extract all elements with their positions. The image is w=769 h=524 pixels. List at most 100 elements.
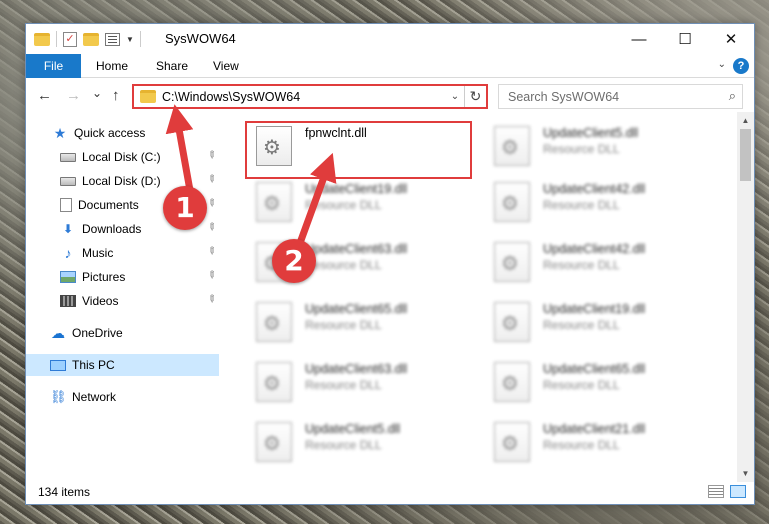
- title-bar: ✓ ▼ SysWOW64 — ☐ ✕: [26, 24, 754, 54]
- recent-locations-chevron-icon[interactable]: ⌄: [92, 86, 102, 100]
- toolbar-separator: [139, 31, 141, 47]
- navigation-pane: ★ Quick access Local Disk (C:) ✎ Local D…: [26, 120, 221, 480]
- pin-icon: ✎: [203, 292, 218, 307]
- sidebar-item-onedrive[interactable]: ☁ OneDrive: [26, 322, 219, 344]
- pin-icon: ✎: [203, 148, 218, 163]
- sidebar-item-label: OneDrive: [72, 326, 123, 340]
- minimize-button[interactable]: —: [616, 24, 662, 54]
- file-name: UpdateClient65.dll: [543, 362, 646, 376]
- details-view-icon[interactable]: [708, 485, 724, 498]
- dll-file-icon: [494, 126, 530, 166]
- pictures-icon: [60, 271, 76, 283]
- scrollbar-thumb[interactable]: [740, 129, 751, 181]
- music-icon: ♪: [64, 245, 72, 261]
- file-type: Resource DLL: [305, 258, 382, 272]
- dll-file-icon: [256, 302, 292, 342]
- search-input[interactable]: Search SysWOW64 ⌕: [498, 84, 743, 109]
- up-button[interactable]: ↑: [112, 87, 120, 104]
- file-name: UpdateClient5.dll: [543, 126, 639, 140]
- dll-file-icon: [494, 362, 530, 402]
- file-name: UpdateClient63.dll: [305, 362, 408, 376]
- address-bar[interactable]: C:\Windows\SysWOW64 ⌄ ↻: [132, 84, 488, 109]
- sidebar-item-label: Documents: [78, 198, 139, 212]
- search-placeholder: Search SysWOW64: [508, 89, 620, 104]
- file-type: Resource DLL: [305, 318, 382, 332]
- sidebar-item-network[interactable]: ⛓ Network: [26, 386, 219, 408]
- address-path[interactable]: C:\Windows\SysWOW64: [162, 90, 446, 104]
- dll-file-icon: [494, 242, 530, 282]
- disk-icon: [60, 176, 76, 186]
- sidebar-item-this-pc[interactable]: This PC: [26, 354, 219, 376]
- file-name: UpdateClient42.dll: [543, 182, 646, 196]
- file-type: Resource DLL: [543, 198, 620, 212]
- file-item[interactable]: UpdateClient5.dll Resource DLL: [481, 120, 701, 176]
- file-item[interactable]: UpdateClient19.dll Resource DLL: [481, 296, 701, 352]
- file-item[interactable]: UpdateClient42.dll Resource DLL: [481, 236, 701, 292]
- file-name: UpdateClient19.dll: [305, 182, 408, 196]
- dll-file-icon: [256, 422, 292, 462]
- help-icon[interactable]: ?: [733, 58, 749, 74]
- properties-check-icon[interactable]: ✓: [63, 31, 77, 47]
- sidebar-item-label: Videos: [82, 294, 119, 308]
- address-dropdown-chevron-icon[interactable]: ⌄: [446, 91, 464, 102]
- file-name: UpdateClient21.dll: [543, 422, 646, 436]
- file-highlight-box: [245, 121, 472, 179]
- toolbar-separator: [56, 31, 57, 47]
- sidebar-item-label: Local Disk (D:): [82, 174, 161, 188]
- large-icons-view-icon[interactable]: [730, 485, 746, 498]
- tab-home[interactable]: Home: [96, 54, 128, 78]
- folder-icon: [34, 32, 50, 46]
- sidebar-item-quick-access[interactable]: ★ Quick access: [26, 122, 219, 144]
- tab-view[interactable]: View: [213, 54, 239, 78]
- file-type: Resource DLL: [543, 438, 620, 452]
- tab-share[interactable]: Share: [156, 54, 188, 78]
- file-item[interactable]: UpdateClient63.dll Resource DLL: [243, 356, 463, 412]
- scroll-up-icon[interactable]: ▲: [737, 112, 754, 129]
- properties-icon[interactable]: [105, 32, 120, 46]
- step-2-badge: 2: [272, 239, 316, 283]
- maximize-button[interactable]: ☐: [662, 24, 708, 54]
- customize-toolbar-chevron-icon[interactable]: ▼: [126, 35, 134, 44]
- file-item[interactable]: UpdateClient65.dll Resource DLL: [481, 356, 701, 412]
- pin-icon: ✎: [203, 244, 218, 259]
- expand-ribbon-chevron-icon[interactable]: ⌄: [718, 59, 726, 70]
- sidebar-item-music[interactable]: ♪ Music ✎: [26, 242, 219, 264]
- pin-icon: ✎: [203, 172, 218, 187]
- file-item[interactable]: UpdateClient65.dll Resource DLL: [243, 296, 463, 352]
- close-button[interactable]: ✕: [708, 24, 754, 54]
- forward-button[interactable]: →: [66, 87, 81, 104]
- back-button[interactable]: ←: [37, 87, 52, 104]
- file-item[interactable]: UpdateClient42.dll Resource DLL: [481, 176, 701, 232]
- pin-icon: ✎: [203, 220, 218, 235]
- dll-file-icon: [494, 302, 530, 342]
- sidebar-item-local-disk-c[interactable]: Local Disk (C:) ✎: [26, 146, 219, 168]
- dll-file-icon: [494, 182, 530, 222]
- file-type: Resource DLL: [543, 142, 620, 156]
- dll-file-icon: [256, 362, 292, 402]
- file-item[interactable]: UpdateClient21.dll Resource DLL: [481, 416, 701, 472]
- file-type: Resource DLL: [543, 318, 620, 332]
- file-name: UpdateClient63.dll: [305, 242, 408, 256]
- sidebar-item-label: This PC: [72, 358, 115, 372]
- ribbon-tabs: File Home Share View ⌄ ?: [26, 54, 754, 78]
- file-name: UpdateClient5.dll: [305, 422, 401, 436]
- file-explorer-window: ✓ ▼ SysWOW64 — ☐ ✕ File Home Share View …: [25, 23, 755, 505]
- refresh-button[interactable]: ↻: [464, 86, 486, 107]
- window-title: SysWOW64: [165, 31, 236, 46]
- sidebar-item-label: Music: [82, 246, 114, 260]
- step-1-badge: 1: [163, 186, 207, 230]
- vertical-scrollbar[interactable]: ▲ ▼: [737, 112, 754, 482]
- file-name: UpdateClient19.dll: [543, 302, 646, 316]
- file-item[interactable]: UpdateClient19.dll Resource DLL: [243, 176, 463, 232]
- sidebar-item-pictures[interactable]: Pictures ✎: [26, 266, 219, 288]
- file-type: Resource DLL: [305, 438, 382, 452]
- network-icon: ⛓: [50, 389, 67, 404]
- file-type: Resource DLL: [305, 198, 382, 212]
- window-controls: — ☐ ✕: [616, 24, 754, 54]
- sidebar-item-label: Quick access: [74, 126, 146, 140]
- sidebar-item-videos[interactable]: Videos ✎: [26, 290, 219, 312]
- tab-file[interactable]: File: [26, 54, 81, 78]
- file-type: Resource DLL: [305, 378, 382, 392]
- file-item[interactable]: UpdateClient5.dll Resource DLL: [243, 416, 463, 472]
- new-folder-icon[interactable]: [83, 32, 99, 46]
